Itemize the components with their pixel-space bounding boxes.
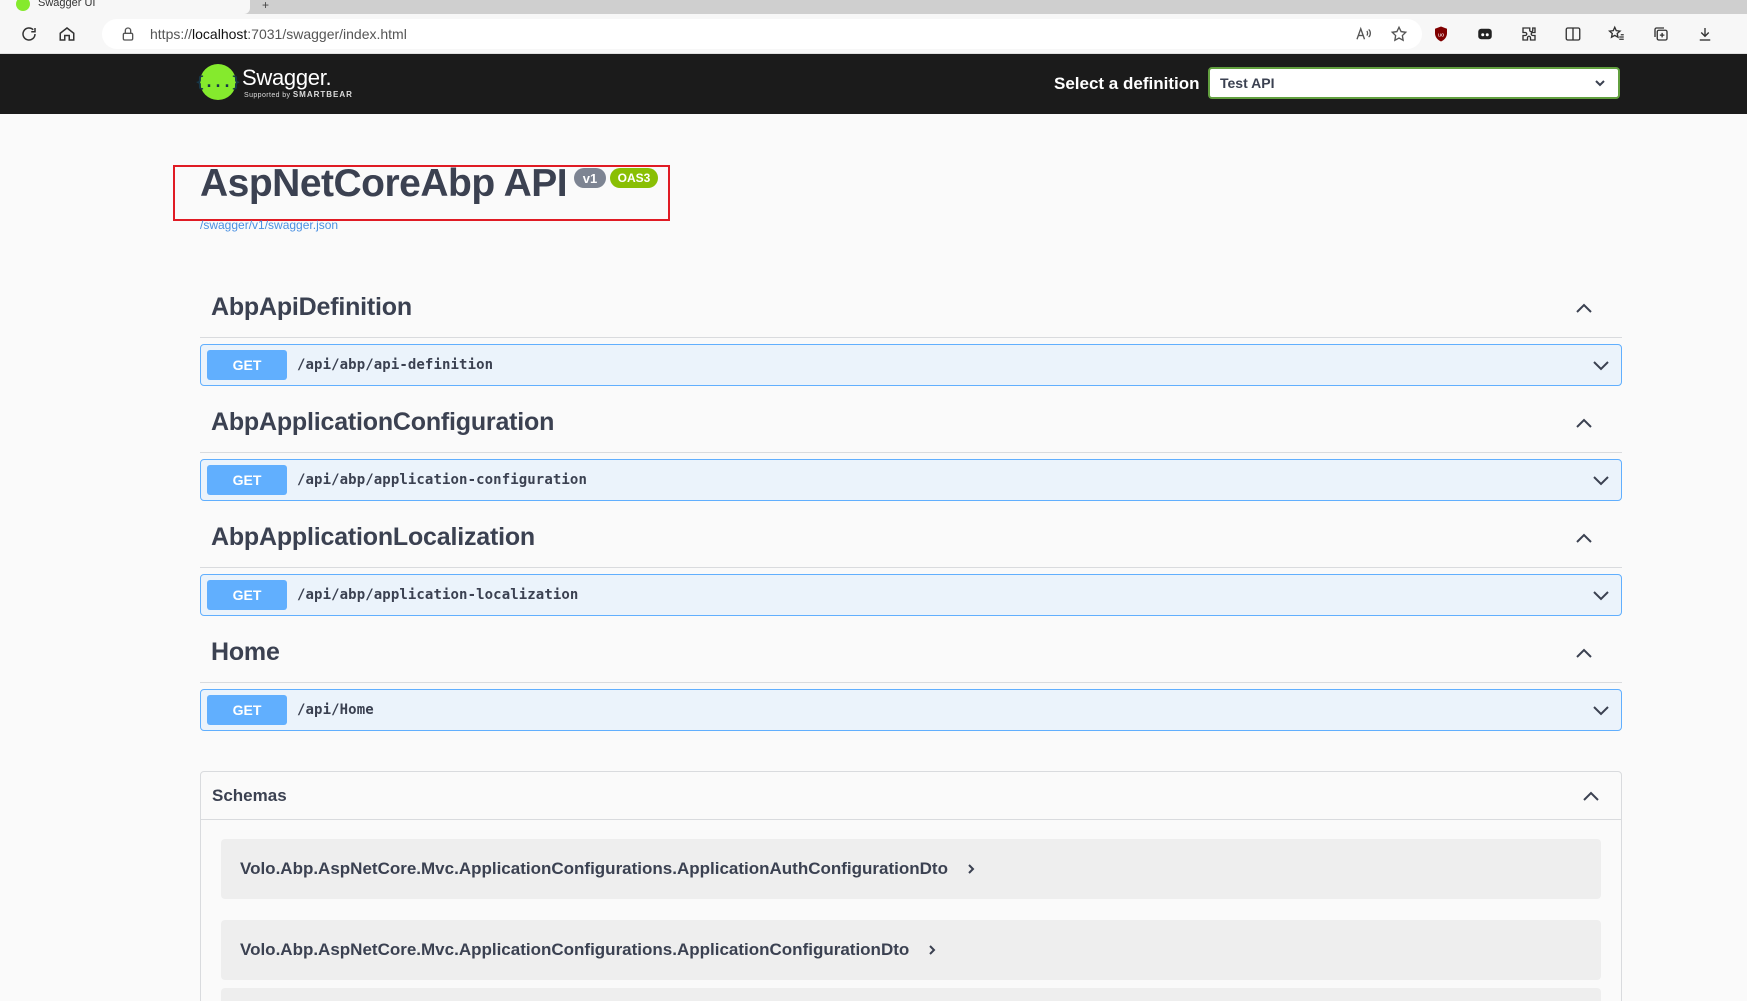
tag-section-abpapidefinition: AbpApiDefinition GET /api/abp/api-defini… bbox=[200, 278, 1622, 386]
operation-get-application-configuration[interactable]: GET /api/abp/application-configuration bbox=[200, 459, 1622, 501]
read-aloud-icon[interactable] bbox=[1354, 25, 1372, 43]
logo-sub-brand: SMARTBEAR bbox=[292, 89, 353, 99]
schema-model-name: Volo.Abp.AspNetCore.Mvc.ApplicationConfi… bbox=[240, 859, 948, 878]
swagger-topbar: {...} Swagger. Supported by SMARTBEAR Se… bbox=[0, 54, 1747, 114]
collections-icon[interactable] bbox=[1650, 23, 1672, 45]
operation-path: /api/Home bbox=[297, 702, 374, 718]
extensions-puzzle-icon[interactable] bbox=[1518, 23, 1540, 45]
address-bar[interactable]: https://localhost:7031/swagger/index.htm… bbox=[102, 19, 1422, 49]
definition-select[interactable]: Test API bbox=[1208, 67, 1620, 99]
ublock-shield-icon[interactable]: uo bbox=[1430, 23, 1452, 45]
chevron-down-icon[interactable] bbox=[1591, 358, 1611, 374]
tag-header[interactable]: AbpApplicationConfiguration bbox=[200, 393, 1622, 453]
definition-selected-value: Test API bbox=[1220, 75, 1275, 91]
version-badge: v1 bbox=[574, 168, 606, 188]
schema-model-item[interactable]: Volo.Abp.AspNetCore.Mvc.ApplicationConfi… bbox=[221, 839, 1601, 899]
refresh-icon[interactable] bbox=[18, 23, 40, 45]
schema-model-name: Volo.Abp.AspNetCore.Mvc.ApplicationConfi… bbox=[240, 940, 910, 959]
swagger-logo[interactable]: {...} Swagger. Supported by SMARTBEAR bbox=[195, 64, 353, 100]
url-path: :7031/swagger/index.html bbox=[247, 26, 407, 42]
new-tab-button[interactable]: + bbox=[262, 0, 269, 12]
chevron-down-icon[interactable] bbox=[1591, 588, 1611, 604]
lock-icon[interactable] bbox=[120, 26, 136, 42]
tag-section-abpapplicationconfiguration: AbpApplicationConfiguration GET /api/abp… bbox=[200, 393, 1622, 501]
swagger-logo-subtitle: Supported by SMARTBEAR bbox=[244, 90, 353, 99]
schema-model-item[interactable]: Volo.Abp.AspNetCore.Mvc.ApplicationConfi… bbox=[221, 920, 1601, 980]
schemas-section: Schemas Volo.Abp.AspNetCore.Mvc.Applicat… bbox=[200, 771, 1622, 1001]
favorites-list-icon[interactable] bbox=[1606, 23, 1628, 45]
home-icon[interactable] bbox=[56, 23, 78, 45]
schema-model-item-partial[interactable] bbox=[221, 988, 1601, 1001]
logo-sub-prefix: Supported by bbox=[244, 91, 291, 99]
svg-text:uo: uo bbox=[1438, 32, 1445, 38]
method-badge: GET bbox=[207, 465, 287, 495]
swagger-json-link[interactable]: /swagger/v1/swagger.json bbox=[200, 218, 338, 232]
method-badge: GET bbox=[207, 695, 287, 725]
tag-name: Home bbox=[211, 638, 280, 666]
operation-path: /api/abp/api-definition bbox=[297, 357, 494, 373]
chevron-up-icon[interactable] bbox=[1581, 788, 1601, 804]
oas-badge: OAS3 bbox=[610, 168, 658, 188]
swagger-logo-icon: {...} bbox=[195, 64, 241, 100]
tab-title: Swagger UI bbox=[38, 0, 96, 9]
chevron-up-icon[interactable] bbox=[1574, 645, 1594, 661]
split-screen-icon[interactable] bbox=[1562, 23, 1584, 45]
tag-name: AbpApplicationConfiguration bbox=[211, 408, 555, 436]
schemas-title: Schemas bbox=[212, 785, 287, 805]
url-prefix: https:// bbox=[150, 26, 193, 42]
chevron-down-icon bbox=[1595, 80, 1605, 87]
swagger-favicon-icon bbox=[16, 0, 30, 11]
api-title: AspNetCoreAbp API bbox=[200, 162, 568, 205]
operation-get-home[interactable]: GET /api/Home bbox=[200, 689, 1622, 731]
downloads-icon[interactable] bbox=[1694, 23, 1716, 45]
favorite-star-icon[interactable] bbox=[1390, 25, 1408, 43]
schemas-header[interactable]: Schemas bbox=[201, 772, 1621, 820]
browser-tab[interactable]: Swagger UI bbox=[0, 0, 250, 14]
tag-section-abpapplicationlocalization: AbpApplicationLocalization GET /api/abp/… bbox=[200, 508, 1622, 616]
browser-tabstrip: Swagger UI + bbox=[0, 0, 1747, 14]
chevron-up-icon[interactable] bbox=[1574, 530, 1594, 546]
method-badge: GET bbox=[207, 350, 287, 380]
chevron-up-icon[interactable] bbox=[1574, 415, 1594, 431]
operation-path: /api/abp/application-configuration bbox=[297, 472, 587, 488]
chevron-right-icon[interactable] bbox=[966, 863, 976, 875]
tag-name: AbpApplicationLocalization bbox=[211, 523, 535, 551]
tag-header[interactable]: Home bbox=[200, 623, 1622, 683]
chevron-right-icon[interactable] bbox=[927, 944, 937, 956]
tag-header[interactable]: AbpApplicationLocalization bbox=[200, 508, 1622, 568]
tag-section-home: Home GET /api/Home bbox=[200, 623, 1622, 731]
method-badge: GET bbox=[207, 580, 287, 610]
browser-toolbar: https://localhost:7031/swagger/index.htm… bbox=[0, 14, 1747, 54]
operation-get-api-definition[interactable]: GET /api/abp/api-definition bbox=[200, 344, 1622, 386]
tag-header[interactable]: AbpApiDefinition bbox=[200, 278, 1622, 338]
chevron-down-icon[interactable] bbox=[1591, 703, 1611, 719]
operation-path: /api/abp/application-localization bbox=[297, 587, 579, 603]
tag-name: AbpApiDefinition bbox=[211, 293, 412, 321]
swagger-logo-text: Swagger. bbox=[242, 64, 332, 90]
chevron-up-icon[interactable] bbox=[1574, 300, 1594, 316]
incognito-extension-icon[interactable] bbox=[1474, 23, 1496, 45]
definition-label: Select a definition bbox=[1054, 74, 1200, 93]
chevron-down-icon[interactable] bbox=[1591, 473, 1611, 489]
operation-get-application-localization[interactable]: GET /api/abp/application-localization bbox=[200, 574, 1622, 616]
url-host: localhost bbox=[192, 26, 248, 42]
